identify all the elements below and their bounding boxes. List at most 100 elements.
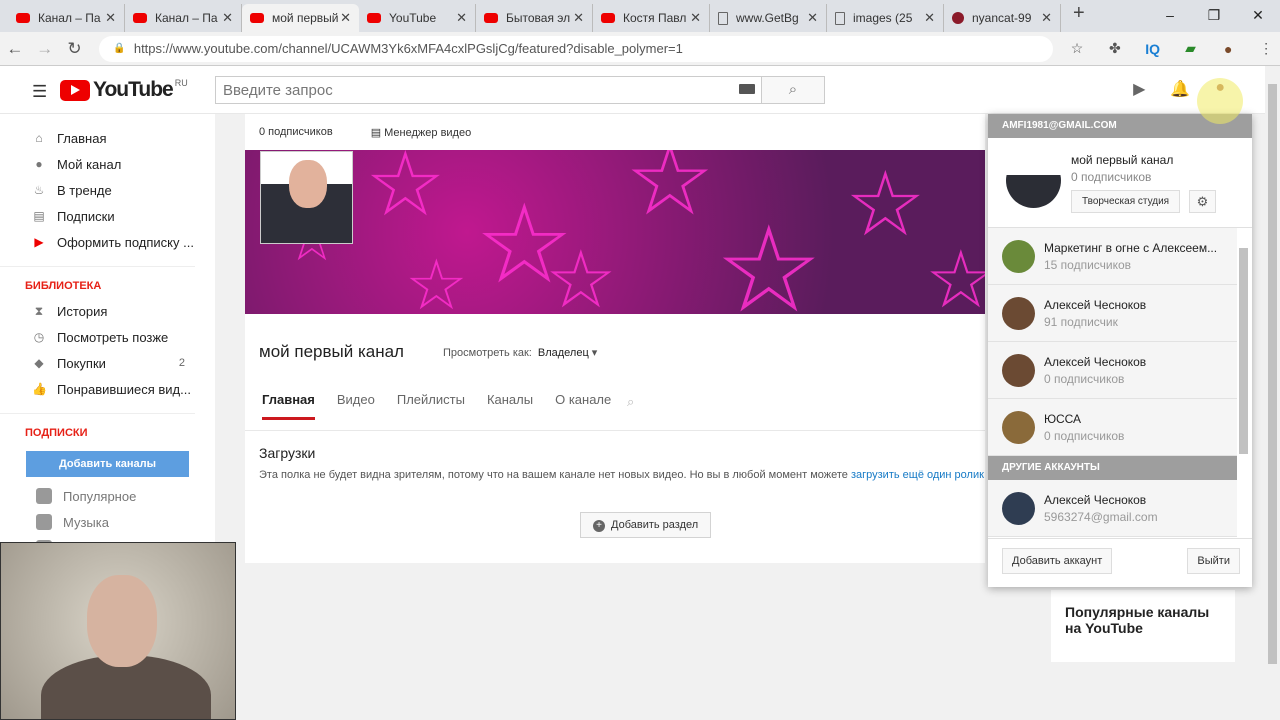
youtube-favicon-icon xyxy=(367,13,381,23)
sidebar-item[interactable]: ● Мой канал xyxy=(0,151,215,177)
logout-button[interactable]: Выйти xyxy=(1187,548,1240,574)
star-decoration: ☆ xyxy=(405,246,468,314)
section-title: Загрузки xyxy=(259,445,316,461)
iq-extension-icon[interactable]: IQ xyxy=(1139,41,1167,57)
sidebar-item[interactable]: 👍 Понравившиеся вид... xyxy=(0,376,215,402)
browser-tab[interactable]: мой первый ✕ xyxy=(242,4,359,32)
hamburger-menu-icon[interactable]: ☰ xyxy=(32,82,47,102)
star-decoration: ☆ xyxy=(545,235,617,315)
account-avatar xyxy=(1002,491,1035,525)
search-button[interactable]: ⌕ xyxy=(761,76,825,104)
lock-icon: 🔒 xyxy=(113,43,126,54)
youtube-logo[interactable]: YouTube RU xyxy=(60,78,188,102)
channel-icon xyxy=(36,488,52,504)
close-tab-icon[interactable]: ✕ xyxy=(807,10,818,26)
uploads-section: Загрузки Эта полка не будет видна зрител… xyxy=(245,430,985,481)
person-icon: ● xyxy=(35,157,43,171)
channel-icon xyxy=(36,514,52,530)
close-tab-icon[interactable]: ✕ xyxy=(105,10,116,26)
view-as-dropdown[interactable]: Просмотреть как: Владелец ▾ xyxy=(443,346,597,359)
channel-banner: ☆☆☆☆☆☆☆☆☆ xyxy=(245,150,985,314)
upload-link[interactable]: загрузить ещё один ролик xyxy=(851,469,984,481)
subscription-item[interactable]: Музыка xyxy=(0,509,215,535)
subscription-item[interactable]: Популярное xyxy=(0,483,215,509)
channel-tab[interactable]: Плейлисты xyxy=(397,392,465,420)
add-section-button[interactable]: + Добавить раздел xyxy=(580,512,712,538)
other-account-item[interactable]: Алексей Чесноков 5963274@gmail.com xyxy=(988,480,1237,537)
close-tab-icon[interactable]: ✕ xyxy=(573,10,584,26)
channel-tab[interactable]: Каналы xyxy=(487,392,533,420)
video-manager-link[interactable]: ▤ Менеджер видео xyxy=(371,126,472,139)
chart-extension-icon[interactable]: ▰ xyxy=(1177,40,1205,57)
sidebar-item[interactable]: ⌂ Главная xyxy=(0,125,215,151)
home-icon: ⌂ xyxy=(35,131,43,145)
url-input[interactable]: 🔒 https://www.youtube.com/channel/UCAWM3Y… xyxy=(99,35,1054,62)
keyboard-icon[interactable] xyxy=(739,84,755,94)
channel-avatar xyxy=(1002,410,1035,444)
sidebar-item[interactable]: ▶ Оформить подписку ... xyxy=(0,229,215,255)
sidebar-item[interactable]: ▤ Подписки xyxy=(0,203,215,229)
close-tab-icon[interactable]: ✕ xyxy=(924,10,935,26)
channel-search-icon[interactable]: ⌕ xyxy=(627,394,634,410)
reload-icon[interactable]: ↻ xyxy=(60,39,90,59)
channel-tab[interactable]: Видео xyxy=(337,392,375,420)
menu-scrollbar[interactable] xyxy=(1239,238,1248,538)
thumbs-up-icon: 👍 xyxy=(32,382,47,396)
add-account-button[interactable]: Добавить аккаунт xyxy=(1002,548,1113,574)
tab-bar: Канал – Па ✕ Канал – Па ✕ мой первый ✕ YouTube… xyxy=(0,0,1280,32)
forward-icon[interactable]: → xyxy=(30,39,60,59)
plus-icon: + xyxy=(593,520,605,532)
new-tab-button[interactable]: + xyxy=(1073,2,1085,32)
channel-account-item[interactable]: Маркетинг в огне с Алексеем... 15 подписч… xyxy=(988,228,1237,285)
youtube-favicon-icon xyxy=(250,13,264,23)
browser-tab[interactable]: Костя Павл ✕ xyxy=(593,4,710,32)
channel-page: 0 подписчиков▤ Менеджер видео ☆☆☆☆☆☆☆☆☆ … xyxy=(245,114,985,563)
back-icon[interactable]: ← xyxy=(0,39,30,59)
youtube-favicon-icon xyxy=(16,13,30,23)
sidebar-item[interactable]: ◆ Покупки 2 xyxy=(0,350,215,376)
browser-tab[interactable]: Канал – Па ✕ xyxy=(8,4,125,32)
search-input[interactable]: Введите запрос xyxy=(215,76,762,104)
channel-account-item[interactable]: ЮССА 0 подписчиков xyxy=(988,399,1237,456)
settings-gear-icon[interactable]: ⚙ xyxy=(1189,190,1216,213)
subscriptions-icon: ▤ xyxy=(33,209,45,223)
star-icon[interactable]: ☆ xyxy=(1063,40,1091,57)
close-tab-icon[interactable]: ✕ xyxy=(1041,10,1052,26)
sidebar-item[interactable]: ⧗ История xyxy=(0,298,215,324)
library-heading: БИБЛИОТЕКА xyxy=(0,266,195,298)
youtube-favicon-icon xyxy=(133,13,147,23)
close-tab-icon[interactable]: ✕ xyxy=(456,10,467,26)
sidebar-item[interactable]: ♨ В тренде xyxy=(0,177,215,203)
page-scrollbar[interactable] xyxy=(1265,66,1280,720)
other-accounts-heading: ДРУГИЕ АККАУНТЫ xyxy=(988,456,1237,480)
minimize-button[interactable]: – xyxy=(1148,0,1192,30)
browser-menu-icon[interactable]: ⋮ xyxy=(1252,40,1280,57)
browser-tab[interactable]: YouTube ✕ xyxy=(359,4,476,32)
extension-icon[interactable]: ✤ xyxy=(1101,40,1129,57)
close-tab-icon[interactable]: ✕ xyxy=(340,10,351,26)
browser-tab[interactable]: images (25 ✕ xyxy=(827,4,944,32)
close-tab-icon[interactable]: ✕ xyxy=(222,10,233,26)
add-channels-button[interactable]: Добавить каналы xyxy=(26,451,189,477)
clock-icon: ◷ xyxy=(33,330,45,344)
close-window-button[interactable]: ✕ xyxy=(1236,0,1280,30)
channel-account-item[interactable]: Алексей Чесноков 0 подписчиков xyxy=(988,342,1237,399)
channel-avatar[interactable] xyxy=(260,151,353,244)
notifications-bell-icon[interactable]: 🔔 xyxy=(1170,79,1190,99)
close-tab-icon[interactable]: ✕ xyxy=(690,10,701,26)
channel-tab[interactable]: О канале xyxy=(555,392,611,420)
flame-icon: ♨ xyxy=(33,183,45,197)
youtube-favicon-icon xyxy=(601,13,615,23)
maximize-button[interactable]: ❐ xyxy=(1192,0,1236,30)
profile-avatar[interactable]: ● xyxy=(1214,41,1242,57)
subscriber-count: 0 подписчиков xyxy=(259,126,333,138)
browser-tab[interactable]: Канал – Па ✕ xyxy=(125,4,242,32)
browser-tab[interactable]: nyancat-99 ✕ xyxy=(944,4,1061,32)
sidebar-item[interactable]: ◷ Посмотреть позже xyxy=(0,324,215,350)
creator-studio-button[interactable]: Творческая студия xyxy=(1071,190,1181,213)
browser-tab[interactable]: Бытовая эл ✕ xyxy=(476,4,593,32)
upload-video-icon[interactable]: ▶ xyxy=(1133,79,1145,99)
channel-tab[interactable]: Главная xyxy=(262,392,315,420)
browser-tab[interactable]: www.GetBg ✕ xyxy=(710,4,827,32)
channel-account-item[interactable]: Алексей Чесноков 91 подписчик xyxy=(988,285,1237,342)
